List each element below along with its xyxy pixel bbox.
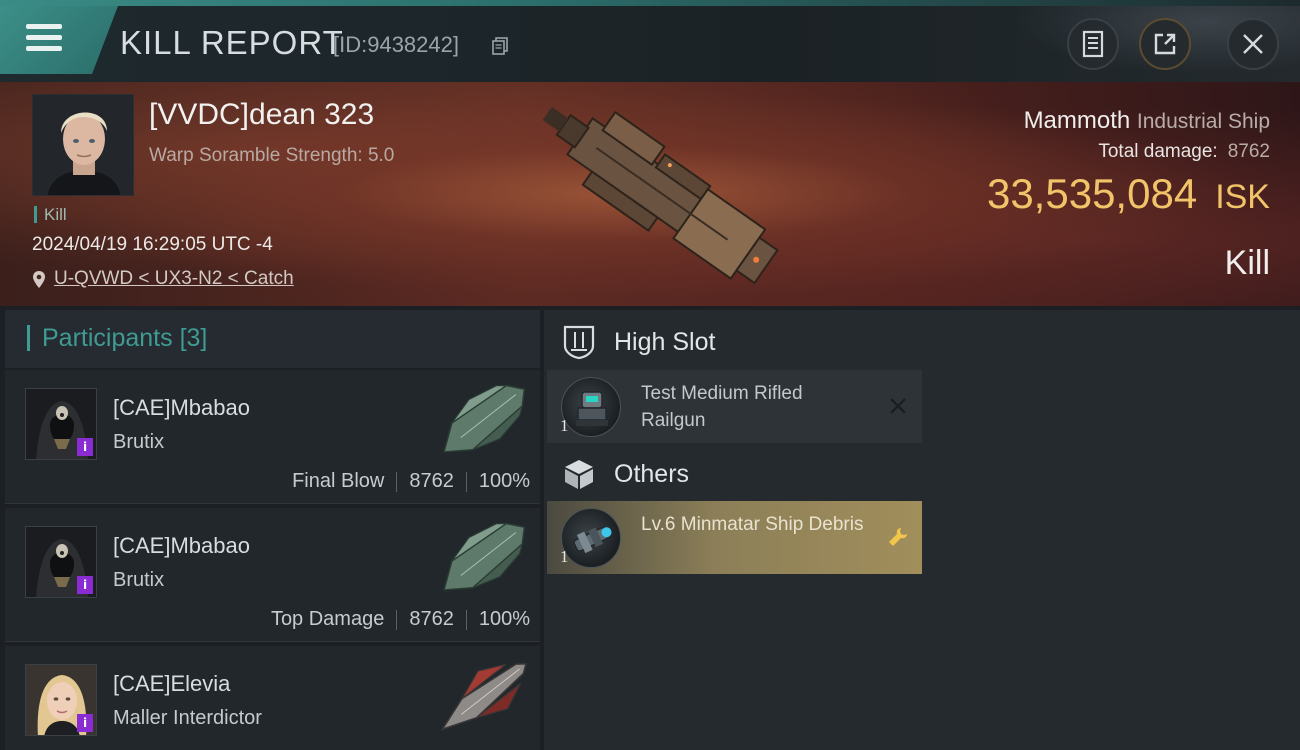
stats-divider [396, 609, 398, 630]
kill-location-link[interactable]: U-QVWD < UX3-N2 < Catch [32, 268, 294, 290]
share-icon [1154, 33, 1176, 55]
pilot-portrait-image [33, 95, 133, 195]
brutix-ship-image [443, 384, 526, 453]
participant-avatar[interactable]: i [25, 526, 97, 598]
item-name: Test Medium Rifled Railgun [641, 383, 803, 431]
share-button[interactable] [1139, 18, 1191, 70]
participants-label: Participants [3] [27, 325, 207, 351]
report-id: [ID:9438242] [333, 32, 459, 57]
copy-icon[interactable] [492, 37, 508, 55]
participant-ship: Brutix [113, 431, 165, 453]
participant-row[interactable]: i [CAE]Mbabao Brutix Final Blow 8762 100… [5, 370, 540, 504]
kill-tag: Kill [34, 206, 67, 223]
isk-unit: ISK [1215, 178, 1270, 216]
mammoth-ship-image [542, 106, 779, 285]
participant-row[interactable]: i [CAE]Elevia Maller Interdictor [5, 646, 540, 750]
total-damage-label: Total damage: [1098, 141, 1218, 162]
victim-portrait[interactable] [32, 94, 134, 196]
isk-value: 33,535,084 ISK [987, 170, 1270, 218]
participant-name[interactable]: [CAE]Mbabao [113, 395, 250, 421]
participant-role: Final Blow [292, 470, 385, 492]
participants-count: [3] [179, 324, 208, 352]
victim-name[interactable]: [VVDC]dean 323 [149, 98, 374, 132]
module-item[interactable]: 1 Test Medium Rifled Railgun [547, 370, 922, 443]
others-header: Others [544, 446, 689, 502]
total-damage: Total damage: 8762 [1098, 141, 1270, 163]
participant-damage: 8762 [409, 608, 454, 630]
kill-timestamp: 2024/04/19 16:29:05 UTC -4 [32, 234, 273, 255]
participant-stats: Final Blow 8762 100% [292, 470, 530, 493]
participant-avatar[interactable]: i [25, 388, 97, 460]
destroyed-x-icon [884, 392, 912, 420]
participant-damage: 8762 [409, 470, 454, 492]
participant-damage-percent: 100% [478, 608, 530, 630]
participant-damage-percent: 100% [478, 470, 530, 492]
high-slot-header: High Slot [544, 314, 715, 370]
kill-result: Kill [1224, 244, 1270, 282]
participant-avatar[interactable]: i [25, 664, 97, 736]
item-quantity: 1 [560, 416, 569, 435]
participant-ship: Maller Interdictor [113, 707, 262, 729]
participant-row[interactable]: i [CAE]Mbabao Brutix Top Damage 8762 100… [5, 508, 540, 642]
participants-header: Participants [3] [5, 310, 540, 368]
participant-name[interactable]: [CAE]Mbabao [113, 533, 250, 559]
page-title: KILL REPORT [120, 24, 344, 61]
close-button[interactable] [1227, 18, 1279, 70]
participant-role: Top Damage [270, 608, 385, 630]
participants-title: Participants [42, 324, 173, 352]
wrench-icon[interactable] [884, 523, 912, 551]
railgun-icon [561, 377, 621, 437]
stats-divider [465, 609, 467, 630]
module-item[interactable]: 1 Lv.6 Minmatar Ship Debris [547, 501, 922, 574]
others-label: Others [614, 459, 690, 488]
total-damage-value: 8762 [1227, 141, 1270, 162]
high-slot-icon [563, 325, 595, 360]
item-name: Lv.6 Minmatar Ship Debris [641, 514, 864, 535]
close-icon [1243, 34, 1263, 54]
location-path: U-QVWD < UX3-N2 < Catch [54, 268, 294, 289]
participant-stats: Top Damage 8762 100% [271, 608, 530, 631]
high-slot-label: High Slot [614, 327, 716, 356]
stats-divider [396, 471, 398, 492]
isk-amount: 33,535,084 [986, 170, 1198, 217]
role-badge: i [77, 576, 93, 594]
brutix-ship-image [443, 522, 526, 591]
victim-ship-name[interactable]: Mammoth [1024, 107, 1131, 134]
ship-debris-icon [561, 508, 621, 568]
participant-ship: Brutix [113, 569, 165, 591]
role-badge: i [77, 714, 93, 732]
role-badge: i [77, 438, 93, 456]
report-log-button[interactable] [1067, 18, 1119, 70]
victim-banner: [VVDC]dean 323 Warp Soramble Strength: 5… [0, 82, 1300, 306]
stats-divider [465, 471, 467, 492]
victim-ship-class: Industrial Ship [1136, 110, 1270, 133]
document-icon [1082, 30, 1104, 58]
participant-name[interactable]: [CAE]Elevia [113, 671, 230, 697]
warp-scramble-strength: Warp Soramble Strength: 5.0 [149, 145, 395, 166]
cargo-box-icon [565, 460, 593, 489]
location-pin-icon [33, 270, 45, 288]
maller-ship-image [440, 663, 527, 731]
hamburger-menu-icon[interactable] [26, 24, 62, 54]
victim-ship: Mammoth Industrial Ship [1024, 107, 1270, 135]
item-quantity: 1 [560, 547, 569, 566]
